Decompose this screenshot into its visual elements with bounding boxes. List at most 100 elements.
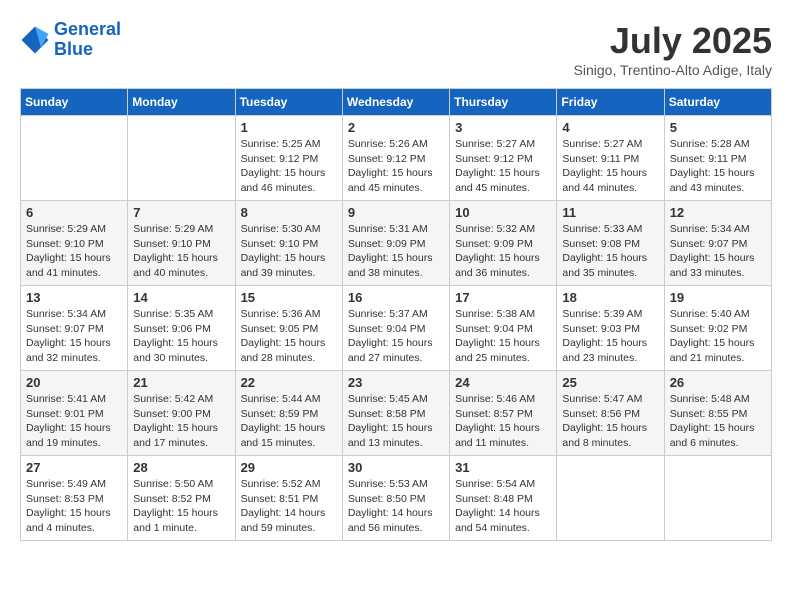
day-number: 3	[455, 120, 551, 135]
calendar-cell: 15 Sunrise: 5:36 AM Sunset: 9:05 PM Dayli…	[235, 286, 342, 371]
calendar-week-row: 1 Sunrise: 5:25 AM Sunset: 9:12 PM Daylig…	[21, 116, 772, 201]
day-number: 5	[670, 120, 766, 135]
logo-icon	[20, 25, 50, 55]
calendar-cell	[21, 116, 128, 201]
day-info: Sunrise: 5:47 AM Sunset: 8:56 PM Dayligh…	[562, 392, 658, 451]
day-info: Sunrise: 5:49 AM Sunset: 8:53 PM Dayligh…	[26, 477, 122, 536]
day-number: 23	[348, 375, 444, 390]
day-info: Sunrise: 5:31 AM Sunset: 9:09 PM Dayligh…	[348, 222, 444, 281]
day-number: 12	[670, 205, 766, 220]
calendar-cell	[557, 456, 664, 541]
day-info: Sunrise: 5:54 AM Sunset: 8:48 PM Dayligh…	[455, 477, 551, 536]
calendar-cell: 20 Sunrise: 5:41 AM Sunset: 9:01 PM Dayli…	[21, 371, 128, 456]
day-info: Sunrise: 5:39 AM Sunset: 9:03 PM Dayligh…	[562, 307, 658, 366]
calendar-cell: 3 Sunrise: 5:27 AM Sunset: 9:12 PM Daylig…	[450, 116, 557, 201]
day-number: 18	[562, 290, 658, 305]
calendar-header-row: Sunday Monday Tuesday Wednesday Thursday…	[21, 89, 772, 116]
calendar-cell: 21 Sunrise: 5:42 AM Sunset: 9:00 PM Dayli…	[128, 371, 235, 456]
day-number: 13	[26, 290, 122, 305]
day-info: Sunrise: 5:32 AM Sunset: 9:09 PM Dayligh…	[455, 222, 551, 281]
calendar-cell: 26Sunrise: 5:48 AM Sunset: 8:55 PM Dayli…	[664, 371, 771, 456]
day-number: 31	[455, 460, 551, 475]
day-info: Sunrise: 5:29 AM Sunset: 9:10 PM Dayligh…	[133, 222, 229, 281]
calendar-week-row: 27Sunrise: 5:49 AM Sunset: 8:53 PM Dayli…	[21, 456, 772, 541]
day-number: 8	[241, 205, 337, 220]
day-info: Sunrise: 5:37 AM Sunset: 9:04 PM Dayligh…	[348, 307, 444, 366]
calendar-cell: 10Sunrise: 5:32 AM Sunset: 9:09 PM Dayli…	[450, 201, 557, 286]
day-info: Sunrise: 5:33 AM Sunset: 9:08 PM Dayligh…	[562, 222, 658, 281]
logo-line2: Blue	[54, 39, 93, 59]
day-info: Sunrise: 5:53 AM Sunset: 8:50 PM Dayligh…	[348, 477, 444, 536]
title-block: July 2025 Sinigo, Trentino-Alto Adige, I…	[574, 20, 772, 78]
calendar-cell: 6Sunrise: 5:29 AM Sunset: 9:10 PM Daylig…	[21, 201, 128, 286]
day-info: Sunrise: 5:50 AM Sunset: 8:52 PM Dayligh…	[133, 477, 229, 536]
calendar-cell: 13 Sunrise: 5:34 AM Sunset: 9:07 PM Dayli…	[21, 286, 128, 371]
calendar-cell: 19 Sunrise: 5:40 AM Sunset: 9:02 PM Dayli…	[664, 286, 771, 371]
month-title: July 2025	[574, 20, 772, 62]
calendar-cell: 16 Sunrise: 5:37 AM Sunset: 9:04 PM Dayli…	[342, 286, 449, 371]
day-number: 22	[241, 375, 337, 390]
day-info: Sunrise: 5:25 AM Sunset: 9:12 PM Dayligh…	[241, 137, 337, 196]
logo-line1: General	[54, 19, 121, 39]
calendar-cell: 31 Sunrise: 5:54 AM Sunset: 8:48 PM Dayli…	[450, 456, 557, 541]
day-info: Sunrise: 5:44 AM Sunset: 8:59 PM Dayligh…	[241, 392, 337, 451]
day-number: 30	[348, 460, 444, 475]
day-number: 17	[455, 290, 551, 305]
day-number: 26	[670, 375, 766, 390]
calendar-cell: 9Sunrise: 5:31 AM Sunset: 9:09 PM Daylig…	[342, 201, 449, 286]
day-info: Sunrise: 5:52 AM Sunset: 8:51 PM Dayligh…	[241, 477, 337, 536]
calendar-cell: 23 Sunrise: 5:45 AM Sunset: 8:58 PM Dayli…	[342, 371, 449, 456]
header-sunday: Sunday	[21, 89, 128, 116]
calendar-cell: 11Sunrise: 5:33 AM Sunset: 9:08 PM Dayli…	[557, 201, 664, 286]
day-info: Sunrise: 5:40 AM Sunset: 9:02 PM Dayligh…	[670, 307, 766, 366]
day-number: 24	[455, 375, 551, 390]
day-number: 20	[26, 375, 122, 390]
day-info: Sunrise: 5:42 AM Sunset: 9:00 PM Dayligh…	[133, 392, 229, 451]
day-number: 1	[241, 120, 337, 135]
header-saturday: Saturday	[664, 89, 771, 116]
day-number: 19	[670, 290, 766, 305]
calendar-cell: 25 Sunrise: 5:47 AM Sunset: 8:56 PM Dayli…	[557, 371, 664, 456]
day-number: 25	[562, 375, 658, 390]
calendar-cell: 12 Sunrise: 5:34 AM Sunset: 9:07 PM Dayli…	[664, 201, 771, 286]
calendar-week-row: 6Sunrise: 5:29 AM Sunset: 9:10 PM Daylig…	[21, 201, 772, 286]
day-info: Sunrise: 5:36 AM Sunset: 9:05 PM Dayligh…	[241, 307, 337, 366]
day-number: 7	[133, 205, 229, 220]
day-number: 29	[241, 460, 337, 475]
calendar-week-row: 20 Sunrise: 5:41 AM Sunset: 9:01 PM Dayli…	[21, 371, 772, 456]
calendar-cell: 2 Sunrise: 5:26 AM Sunset: 9:12 PM Daylig…	[342, 116, 449, 201]
day-number: 28	[133, 460, 229, 475]
day-number: 2	[348, 120, 444, 135]
calendar-cell	[128, 116, 235, 201]
header-wednesday: Wednesday	[342, 89, 449, 116]
logo-text: General Blue	[54, 20, 121, 60]
header-thursday: Thursday	[450, 89, 557, 116]
calendar-cell: 7 Sunrise: 5:29 AM Sunset: 9:10 PM Daylig…	[128, 201, 235, 286]
calendar-cell: 24 Sunrise: 5:46 AM Sunset: 8:57 PM Dayli…	[450, 371, 557, 456]
day-info: Sunrise: 5:29 AM Sunset: 9:10 PM Dayligh…	[26, 222, 122, 281]
day-number: 4	[562, 120, 658, 135]
calendar-cell: 22 Sunrise: 5:44 AM Sunset: 8:59 PM Dayli…	[235, 371, 342, 456]
day-info: Sunrise: 5:41 AM Sunset: 9:01 PM Dayligh…	[26, 392, 122, 451]
day-info: Sunrise: 5:27 AM Sunset: 9:12 PM Dayligh…	[455, 137, 551, 196]
day-info: Sunrise: 5:26 AM Sunset: 9:12 PM Dayligh…	[348, 137, 444, 196]
day-number: 15	[241, 290, 337, 305]
calendar-cell	[664, 456, 771, 541]
day-info: Sunrise: 5:34 AM Sunset: 9:07 PM Dayligh…	[26, 307, 122, 366]
day-info: Sunrise: 5:46 AM Sunset: 8:57 PM Dayligh…	[455, 392, 551, 451]
day-info: Sunrise: 5:30 AM Sunset: 9:10 PM Dayligh…	[241, 222, 337, 281]
day-number: 21	[133, 375, 229, 390]
day-info: Sunrise: 5:34 AM Sunset: 9:07 PM Dayligh…	[670, 222, 766, 281]
calendar-week-row: 13 Sunrise: 5:34 AM Sunset: 9:07 PM Dayli…	[21, 286, 772, 371]
day-info: Sunrise: 5:35 AM Sunset: 9:06 PM Dayligh…	[133, 307, 229, 366]
calendar-cell: 17Sunrise: 5:38 AM Sunset: 9:04 PM Dayli…	[450, 286, 557, 371]
calendar-cell: 28 Sunrise: 5:50 AM Sunset: 8:52 PM Dayli…	[128, 456, 235, 541]
logo: General Blue	[20, 20, 121, 60]
calendar-cell: 1 Sunrise: 5:25 AM Sunset: 9:12 PM Daylig…	[235, 116, 342, 201]
day-number: 16	[348, 290, 444, 305]
calendar-table: Sunday Monday Tuesday Wednesday Thursday…	[20, 88, 772, 541]
day-info: Sunrise: 5:28 AM Sunset: 9:11 PM Dayligh…	[670, 137, 766, 196]
day-info: Sunrise: 5:45 AM Sunset: 8:58 PM Dayligh…	[348, 392, 444, 451]
calendar-cell: 8 Sunrise: 5:30 AM Sunset: 9:10 PM Daylig…	[235, 201, 342, 286]
location-subtitle: Sinigo, Trentino-Alto Adige, Italy	[574, 62, 772, 78]
